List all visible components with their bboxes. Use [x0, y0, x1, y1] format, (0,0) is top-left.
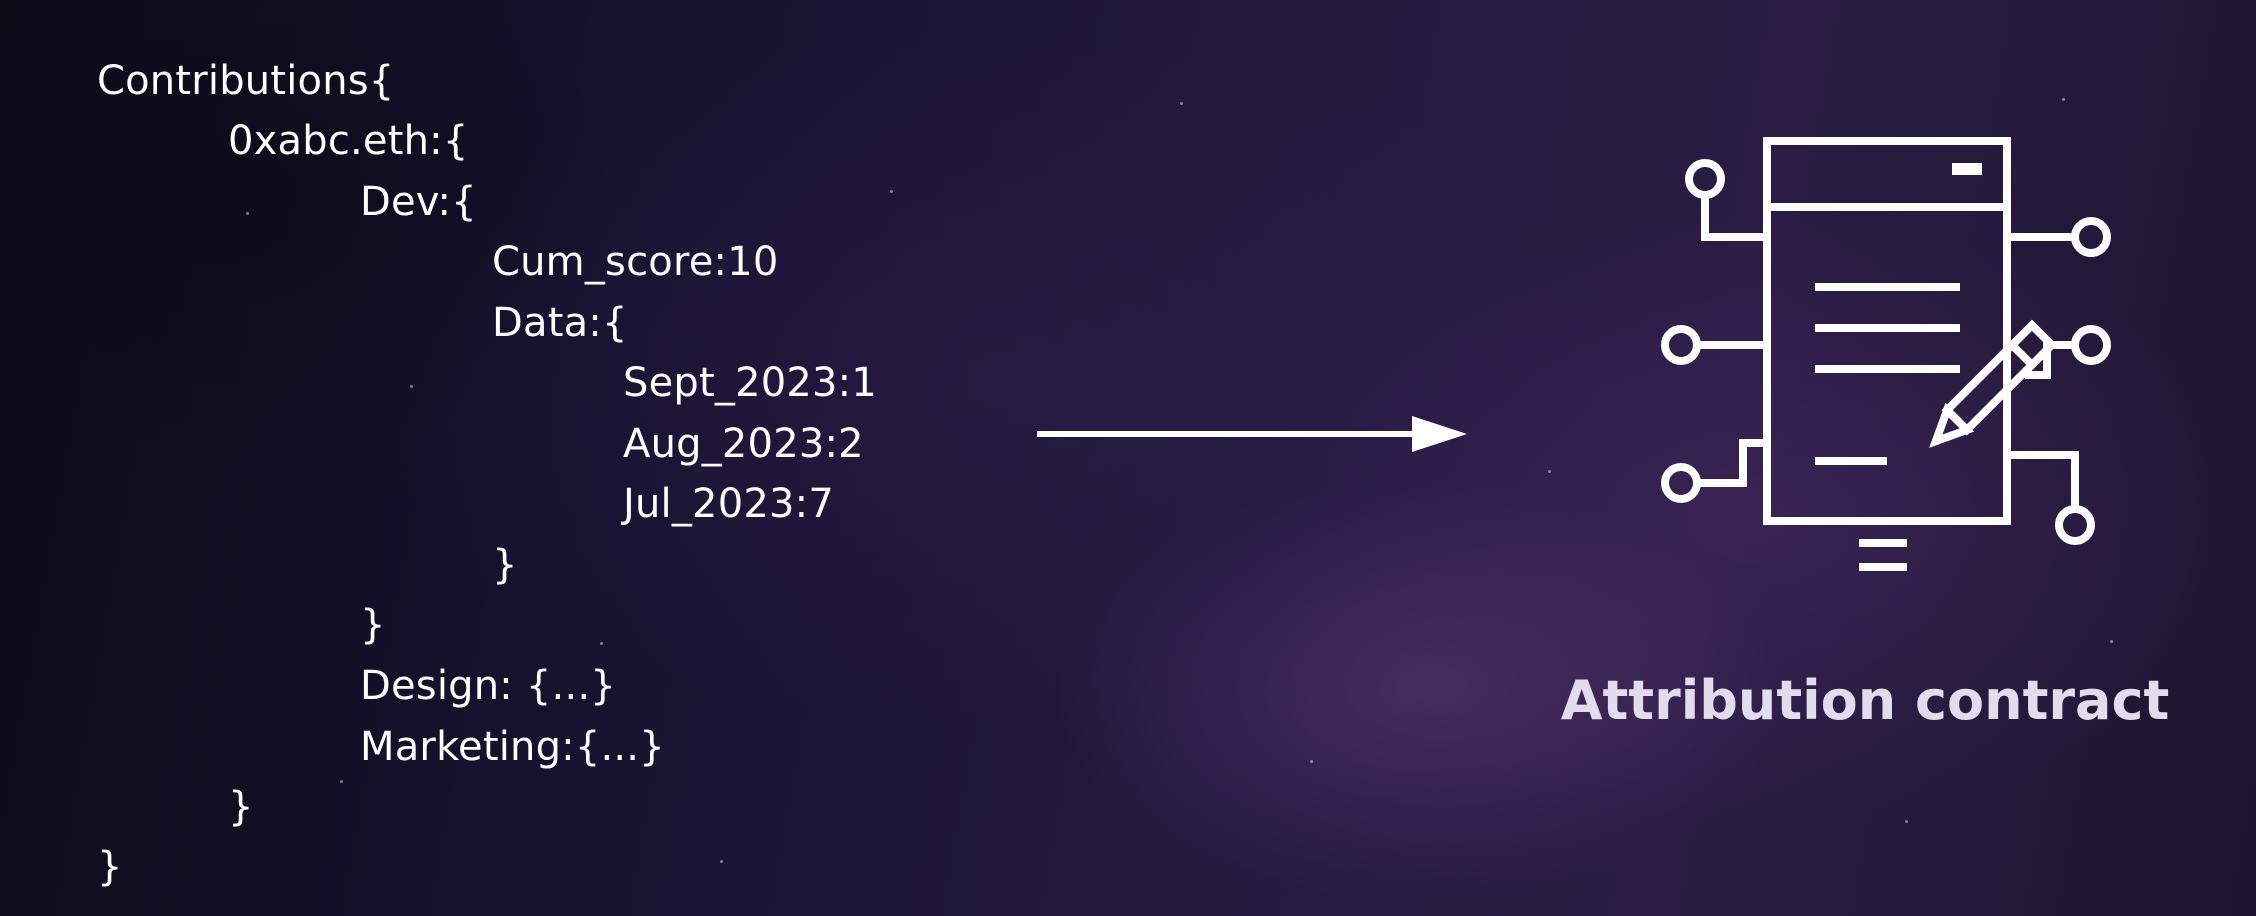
right-arrow-icon [1037, 416, 1467, 452]
code-line: Design: {...} [360, 663, 616, 709]
code-line: Aug_2023:2 [623, 421, 864, 467]
code-line: Data:{ [492, 300, 628, 346]
code-line: } [492, 542, 518, 588]
code-line: Cum_score:10 [492, 239, 779, 285]
code-line: } [97, 844, 123, 890]
code-line: Sept_2023:1 [623, 360, 877, 406]
code-line: Jul_2023:7 [623, 481, 834, 527]
code-line: Dev:{ [360, 179, 477, 225]
code-line: Marketing:{...} [360, 724, 665, 770]
attribution-contract-caption: Attribution contract [1560, 669, 2170, 732]
code-line: 0xabc.eth:{ [228, 118, 469, 164]
code-line: } [360, 602, 386, 648]
smart-contract-document-icon [1661, 137, 2111, 571]
code-line: Contributions{ [97, 58, 395, 104]
code-line: } [228, 784, 254, 830]
